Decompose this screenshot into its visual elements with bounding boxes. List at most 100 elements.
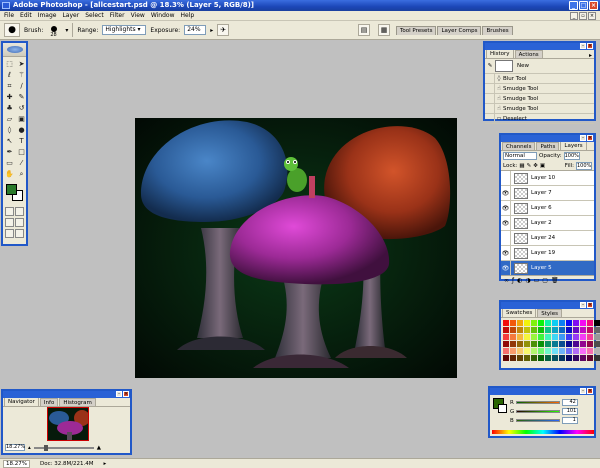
gradient-icon[interactable]: ▣ xyxy=(16,114,27,124)
color-swatch[interactable] xyxy=(573,341,579,347)
layers-panel-titlebar[interactable]: - × xyxy=(501,135,594,142)
history-snapshot[interactable]: ✎ New xyxy=(485,59,594,74)
eye-icon[interactable]: 👁 xyxy=(501,215,511,231)
color-swatch[interactable] xyxy=(545,348,551,354)
navigator-zoom-field[interactable]: 18.27% xyxy=(5,444,25,451)
airbrush-toggle-icon[interactable]: ✈ xyxy=(217,24,230,36)
tab-actions[interactable]: Actions xyxy=(514,50,543,58)
file-browser-icon[interactable]: ▤ xyxy=(358,24,370,36)
lock-paint-icon[interactable]: ✎ xyxy=(527,163,532,169)
history-panel-titlebar[interactable]: - × xyxy=(485,43,594,50)
doc-minimize-button[interactable]: _ xyxy=(570,12,578,20)
eye-icon[interactable]: 👁 xyxy=(501,245,511,261)
layer-row[interactable]: 👁 Layer 2 xyxy=(501,215,594,231)
color-swatch[interactable] xyxy=(524,327,530,333)
color-swatch[interactable] xyxy=(559,341,565,347)
blur-icon[interactable]: ◊ xyxy=(4,125,15,135)
green-value[interactable]: 101 xyxy=(562,408,579,415)
healing-icon[interactable]: ✚ xyxy=(4,92,15,102)
slice-icon[interactable]: ∕ xyxy=(16,81,27,91)
color-swatch[interactable] xyxy=(587,341,593,347)
layer-row[interactable]: Layer 24 xyxy=(501,230,594,246)
color-swatch[interactable] xyxy=(503,327,509,333)
red-slider[interactable]: R 42 xyxy=(510,398,594,407)
tab-swatches[interactable]: Swatches xyxy=(502,308,537,317)
pen-icon[interactable]: ✒ xyxy=(4,147,15,157)
move-icon[interactable]: ➤ xyxy=(16,59,27,69)
color-swatch[interactable] xyxy=(510,334,516,340)
tab-tool-presets[interactable]: Tool Presets xyxy=(396,26,437,35)
color-swatch[interactable] xyxy=(587,355,593,361)
color-swatch[interactable] xyxy=(580,355,586,361)
color-swatch[interactable] xyxy=(503,341,509,347)
color-swatch[interactable] xyxy=(580,327,586,333)
color-swatch[interactable] xyxy=(524,334,530,340)
color-swatch[interactable] xyxy=(538,341,544,347)
color-swatch[interactable] xyxy=(510,348,516,354)
color-swatch[interactable] xyxy=(580,334,586,340)
color-swatch[interactable] xyxy=(594,320,600,326)
color-swatch[interactable] xyxy=(587,334,593,340)
green-slider[interactable]: G 101 xyxy=(510,407,594,416)
color-swatch[interactable] xyxy=(531,355,537,361)
navigator-panel-titlebar[interactable]: - × xyxy=(3,391,130,398)
palette-well-icon[interactable]: ▦ xyxy=(378,24,390,36)
color-swatch[interactable] xyxy=(559,327,565,333)
path-select-icon[interactable]: ↖ xyxy=(4,136,15,146)
panel-close-button[interactable]: × xyxy=(587,43,593,49)
screen-mode-full-icon[interactable] xyxy=(15,218,24,227)
layer-row[interactable]: 👁 Layer 19 xyxy=(501,245,594,261)
menu-image[interactable]: Image xyxy=(38,12,57,19)
color-swatch[interactable] xyxy=(552,355,558,361)
panel-close-button[interactable]: × xyxy=(123,391,129,397)
tab-history[interactable]: History xyxy=(486,49,514,58)
color-swatch[interactable] xyxy=(545,320,551,326)
color-swatch[interactable] xyxy=(545,327,551,333)
color-swatch[interactable] xyxy=(531,348,537,354)
panel-menu-icon[interactable]: ▸ xyxy=(589,52,592,59)
eye-icon[interactable] xyxy=(501,171,511,186)
layer-row[interactable]: 👁 Layer 6 xyxy=(501,200,594,216)
color-swatch[interactable] xyxy=(580,341,586,347)
color-swatch[interactable] xyxy=(594,341,600,347)
exposure-dropdown-icon[interactable]: ▸ xyxy=(210,27,213,34)
color-swatch[interactable] xyxy=(566,341,572,347)
tab-layer-comps[interactable]: Layer Comps xyxy=(437,26,482,35)
color-swatch[interactable] xyxy=(552,348,558,354)
tab-styles[interactable]: Styles xyxy=(537,309,562,317)
color-swatch[interactable] xyxy=(517,341,523,347)
color-swatch[interactable] xyxy=(503,348,509,354)
stamp-icon[interactable]: ♣ xyxy=(4,103,15,113)
tab-paths[interactable]: Paths xyxy=(536,142,560,150)
color-swatch[interactable] xyxy=(594,348,600,354)
range-select[interactable]: Highlights ▾ xyxy=(102,25,147,35)
color-swatch[interactable] xyxy=(573,355,579,361)
doc-close-button[interactable]: × xyxy=(588,12,596,20)
color-swatch[interactable] xyxy=(524,341,530,347)
panel-minimize-button[interactable]: - xyxy=(580,135,586,141)
status-zoom-field[interactable]: 18.27% xyxy=(3,459,30,468)
color-swatch[interactable] xyxy=(510,327,516,333)
close-button[interactable]: × xyxy=(589,1,598,10)
color-swatch[interactable] xyxy=(559,334,565,340)
color-swatch[interactable] xyxy=(503,320,509,326)
dodge-icon[interactable]: ● xyxy=(16,125,27,135)
lock-position-icon[interactable]: ✥ xyxy=(533,163,538,169)
exposure-field[interactable]: 24% xyxy=(184,25,207,35)
maximize-button[interactable]: □ xyxy=(579,1,588,10)
color-swatch[interactable] xyxy=(510,355,516,361)
eyedropper-icon[interactable]: ⁄ xyxy=(16,158,27,168)
zoom-out-icon[interactable]: ▴ xyxy=(28,445,31,451)
color-swatch[interactable] xyxy=(538,355,544,361)
color-swatch[interactable] xyxy=(573,334,579,340)
swatches-panel-titlebar[interactable]: - × xyxy=(501,302,594,309)
color-swatch[interactable] xyxy=(594,355,600,361)
color-swatch[interactable] xyxy=(531,327,537,333)
color-swatch[interactable] xyxy=(503,334,509,340)
panel-minimize-button[interactable]: - xyxy=(580,43,586,49)
color-swatch[interactable] xyxy=(573,348,579,354)
lock-all-icon[interactable]: ▣ xyxy=(540,163,545,169)
color-swatch[interactable] xyxy=(531,320,537,326)
color-swatch[interactable] xyxy=(503,355,509,361)
layer-row[interactable]: 👁 Layer 5 xyxy=(501,260,594,275)
